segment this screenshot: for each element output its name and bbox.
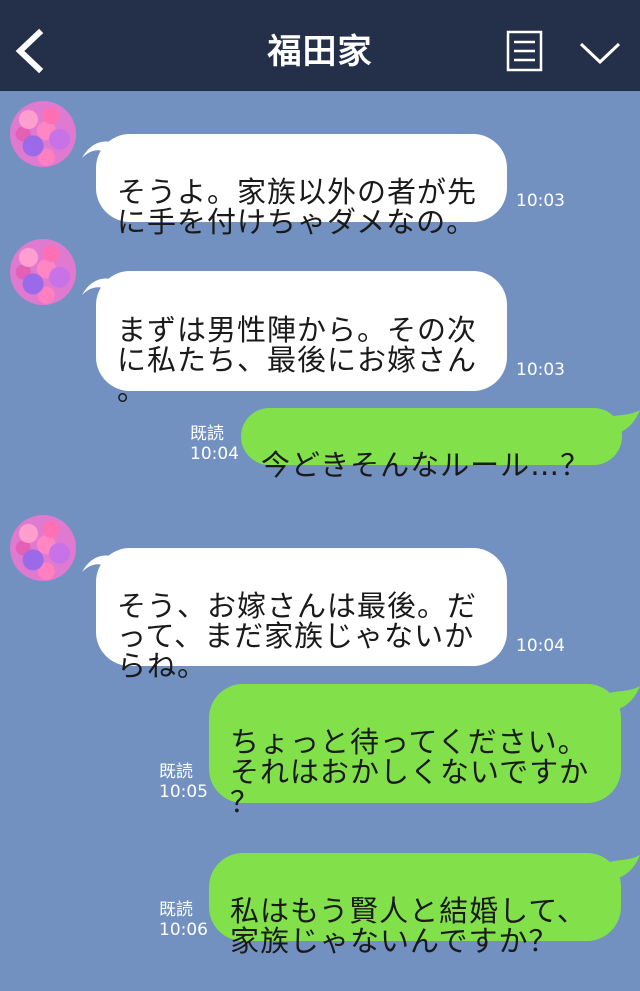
- avatar[interactable]: [10, 515, 76, 581]
- message-bubble-outgoing: ちょっと待ってください。 それはおかしくないですか ？: [209, 684, 621, 817]
- bubble-tail-right: [606, 410, 640, 436]
- message-time: 10:03: [516, 360, 565, 380]
- bubble-tail-right: [606, 855, 640, 881]
- message-text: 今どきそんなルール…？: [261, 448, 591, 482]
- read-receipt: 既読: [159, 900, 193, 920]
- chevron-down-icon: [579, 42, 621, 65]
- message-bubble-outgoing: 今どきそんなルール…？: [241, 408, 622, 480]
- message-time: 10:05: [159, 782, 208, 802]
- menu-button[interactable]: [500, 26, 548, 78]
- message-text: ちょっと待ってください。 それはおかしくないですか ？: [230, 725, 590, 819]
- message-text: 私はもう賢人と結婚して、 家族じゃないんですか？: [230, 894, 587, 958]
- avatar[interactable]: [10, 239, 76, 305]
- message-bubble-outgoing: 私はもう賢人と結婚して、 家族じゃないんですか？: [209, 853, 621, 956]
- bubble-tail-right: [606, 686, 640, 712]
- chat-header: 福田家: [0, 0, 640, 91]
- message-bubble-incoming: そう、お嫁さんは最後。だ って、まだ家族じゃないか らね。: [96, 548, 507, 681]
- message-bubble-incoming: そうよ。家族以外の者が先 に手を付けちゃダメなの。: [96, 134, 507, 237]
- message-text: まずは男性陣から。その次 に私たち、最後にお嫁さん 。: [117, 313, 478, 407]
- read-receipt: 既読: [159, 762, 193, 782]
- message-time: 10:04: [516, 636, 565, 656]
- message-bubble-incoming: まずは男性陣から。その次 に私たち、最後にお嫁さん 。: [96, 271, 507, 405]
- avatar[interactable]: [10, 101, 76, 167]
- message-text: そう、お嫁さんは最後。だ って、まだ家族じゃないか らね。: [117, 589, 478, 683]
- read-receipt: 既読: [190, 424, 224, 444]
- message-time: 10:04: [190, 444, 239, 464]
- message-text: そうよ。家族以外の者が先 に手を付けちゃダメなの。: [117, 175, 478, 239]
- collapse-button[interactable]: [574, 30, 626, 74]
- message-time: 10:06: [159, 920, 208, 940]
- menu-list-icon: [506, 30, 543, 72]
- message-time: 10:03: [516, 191, 565, 211]
